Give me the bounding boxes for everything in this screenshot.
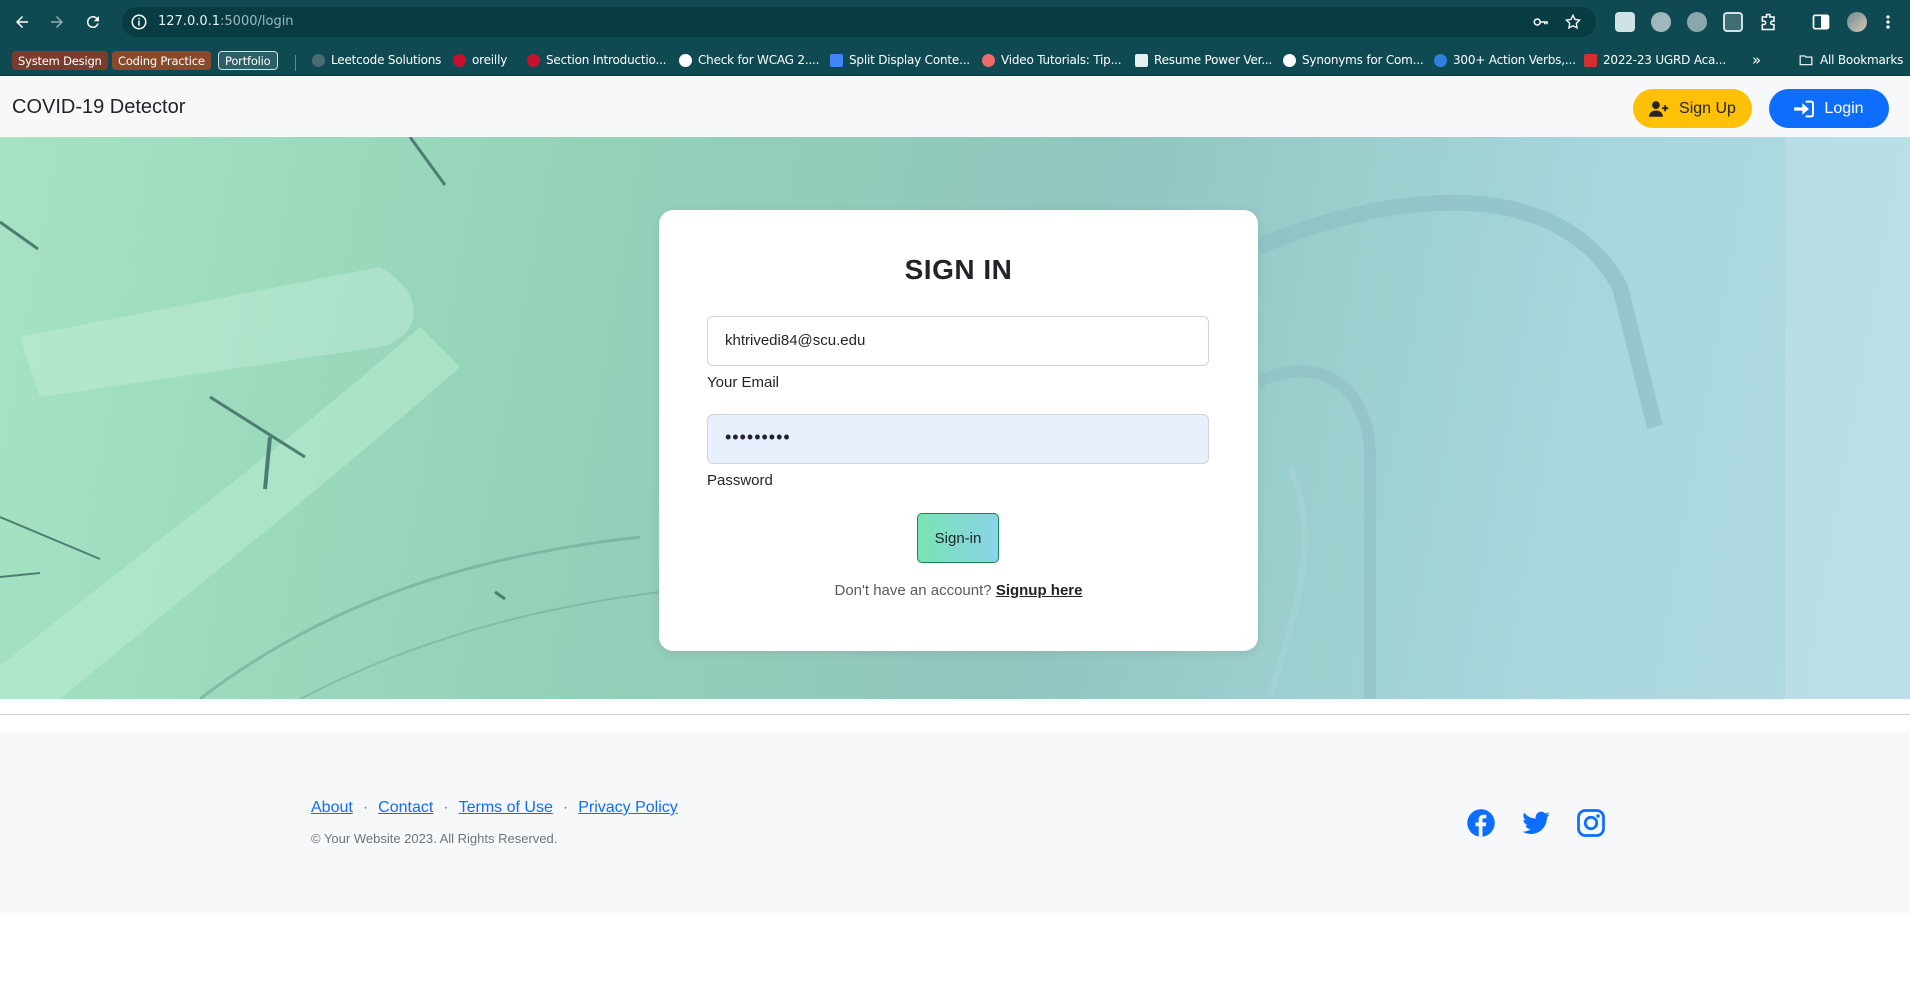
- twitter-icon[interactable]: [1521, 808, 1551, 838]
- bookmark-star-icon[interactable]: [1564, 13, 1582, 31]
- profile-avatar-icon[interactable]: [1847, 12, 1867, 32]
- footer-link-terms[interactable]: Terms of Use: [459, 799, 553, 816]
- bookmark-folder-system-design[interactable]: System Design: [12, 51, 108, 70]
- forward-button[interactable]: [44, 9, 70, 35]
- signup-button[interactable]: Sign Up: [1633, 89, 1752, 128]
- globe-icon: [1283, 53, 1296, 67]
- reload-icon: [86, 16, 99, 29]
- page-divider: [0, 714, 1910, 715]
- globe-icon: [679, 53, 692, 67]
- docs-icon: [830, 53, 843, 67]
- footer-separator: ·: [443, 799, 449, 816]
- oreilly-favicon: [527, 53, 540, 67]
- bookmarks-bar: System Design Coding Practice Portfolio …: [0, 44, 1910, 76]
- all-bookmarks-folder[interactable]: All Bookmarks: [1798, 50, 1903, 70]
- bookmark-resume-power[interactable]: Resume Power Ver...: [1135, 50, 1272, 70]
- email-label: Your Email: [707, 374, 779, 391]
- email-input[interactable]: khtrivedi84@scu.edu: [707, 316, 1209, 366]
- bookmark-synonyms[interactable]: Synonyms for Com...: [1283, 50, 1424, 70]
- signin-card: SIGN IN khtrivedi84@scu.edu Your Email •…: [659, 210, 1258, 651]
- signin-title: SIGN IN: [904, 254, 1013, 285]
- asana-icon: [982, 53, 995, 67]
- email-value: khtrivedi84@scu.edu: [725, 332, 866, 349]
- forward-arrow-icon: [51, 16, 63, 28]
- user-plus-icon: [1649, 100, 1669, 117]
- sign-in-icon: [1794, 100, 1815, 117]
- footer-link-privacy[interactable]: Privacy Policy: [578, 799, 678, 816]
- footer-links: About · Contact · Terms of Use · Privacy Polic…: [311, 799, 678, 817]
- back-arrow-icon: [16, 16, 28, 28]
- signup-here-link[interactable]: Signup here: [996, 582, 1083, 599]
- bookmark-oreilly[interactable]: oreilly: [453, 50, 507, 70]
- more-bookmarks-button[interactable]: »: [1752, 50, 1761, 70]
- side-panel-icon[interactable]: [1811, 12, 1831, 32]
- footer-separator: ·: [362, 799, 369, 816]
- password-label: Password: [707, 472, 773, 489]
- address-bar[interactable]: 127.0.0.1:5000/login: [122, 7, 1596, 37]
- instagram-icon[interactable]: [1576, 808, 1606, 838]
- password-value: •••••••••: [725, 427, 791, 447]
- pdf-icon: [1584, 53, 1597, 67]
- extension-1-icon[interactable]: [1615, 12, 1635, 32]
- pen-icon: [1135, 53, 1148, 67]
- login-button[interactable]: Login: [1769, 89, 1889, 128]
- site-info-icon[interactable]: [130, 13, 148, 31]
- footer-link-about[interactable]: About: [311, 799, 353, 816]
- bookmark-ugrd-academic[interactable]: 2022-23 UGRD Aca...: [1584, 50, 1726, 70]
- leetcode-favicon: [312, 53, 325, 67]
- signup-prompt: Don't have an account? Signup here: [659, 582, 1258, 599]
- brand-title[interactable]: COVID-19 Detector: [12, 96, 185, 119]
- password-input[interactable]: •••••••••: [707, 414, 1209, 464]
- bookmark-video-tutorials[interactable]: Video Tutorials: Tip...: [982, 50, 1122, 70]
- url-text: 127.0.0.1:5000/login: [158, 14, 294, 29]
- bookmark-leetcode[interactable]: Leetcode Solutions: [312, 50, 441, 70]
- browser-menu-icon[interactable]: [1883, 12, 1893, 32]
- extension-panel-icon[interactable]: [1723, 12, 1743, 32]
- bookmark-section-introduction[interactable]: Section Introductio...: [527, 50, 666, 70]
- folder-icon: [1799, 55, 1813, 66]
- extension-w-icon[interactable]: [1651, 12, 1671, 32]
- copyright-text: © Your Website 2023. All Rights Reserved…: [311, 831, 558, 846]
- no-account-text: Don't have an account?: [834, 582, 992, 599]
- back-button[interactable]: [9, 9, 35, 35]
- app-navbar: COVID-19 Detector Sign Up Login: [0, 77, 1910, 137]
- bookmark-folder-portfolio[interactable]: Portfolio: [218, 51, 278, 70]
- bookmark-wcag[interactable]: Check for WCAG 2....: [679, 50, 819, 70]
- extension-camera-icon[interactable]: [1687, 12, 1707, 32]
- browser-toolbar: 127.0.0.1:5000/login: [0, 0, 1910, 44]
- bookmarks-separator: [295, 55, 296, 71]
- oreilly-favicon: [453, 53, 466, 67]
- reload-button[interactable]: [80, 9, 106, 35]
- bookmark-folder-coding-practice[interactable]: Coding Practice: [112, 51, 211, 70]
- bookmark-action-verbs[interactable]: 300+ Action Verbs,...: [1434, 50, 1576, 70]
- bookmark-split-display[interactable]: Split Display Conte...: [830, 50, 970, 70]
- site-footer: About · Contact · Terms of Use · Privacy Polic…: [0, 731, 1910, 913]
- footer-link-contact[interactable]: Contact: [378, 799, 433, 816]
- hero-section: SIGN IN khtrivedi84@scu.edu Your Email •…: [0, 137, 1910, 699]
- password-key-icon[interactable]: [1532, 13, 1550, 31]
- signin-submit-button[interactable]: Sign-in: [917, 513, 999, 563]
- footer-separator: ·: [562, 799, 569, 816]
- bird-icon: [1434, 53, 1447, 67]
- facebook-icon[interactable]: [1466, 808, 1496, 838]
- extensions-puzzle-icon[interactable]: [1759, 12, 1779, 32]
